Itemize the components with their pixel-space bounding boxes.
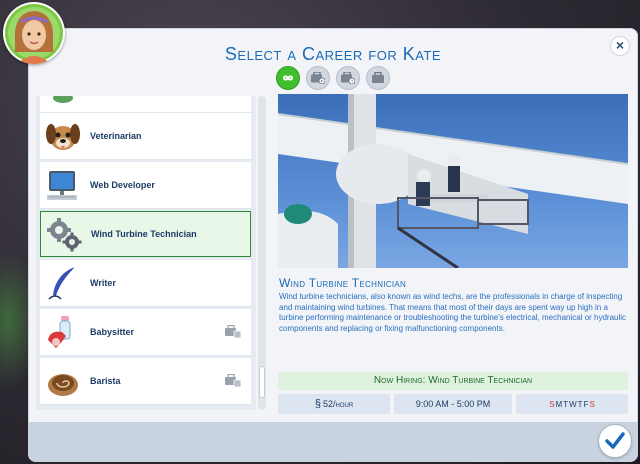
dog-icon: [40, 113, 86, 159]
career-item-web-developer[interactable]: Web Developer: [40, 162, 251, 209]
career-list[interactable]: Veterinarian Web Developer Wind Turbine …: [36, 96, 256, 410]
career-item-label: Barista: [90, 376, 121, 386]
pay-amount: 52/hour: [322, 399, 354, 409]
quill-icon: [40, 260, 86, 306]
career-description: Wind turbine technicians, also known as …: [279, 292, 627, 333]
dialog-title: Select a Career for Kate: [224, 44, 442, 64]
career-list-scrollbar[interactable]: [258, 96, 266, 410]
briefcase-clock-icon: [341, 72, 355, 84]
partial-icon: [40, 96, 86, 112]
career-item-label: Babysitter: [90, 327, 135, 337]
career-item-partial[interactable]: [40, 96, 251, 113]
sim-avatar: [3, 2, 65, 64]
career-filter-bar: [276, 66, 390, 90]
briefcase-play-icon: [311, 72, 325, 84]
infinity-icon: [282, 75, 294, 81]
day-thursday: T: [577, 399, 583, 409]
day-saturday: S: [589, 399, 595, 409]
confirm-button[interactable]: [598, 424, 632, 458]
career-select-dialog: Select a Career for Kate × Veterinarian …: [28, 28, 638, 462]
day-sunday: S: [549, 399, 555, 409]
day-wednesday: W: [569, 399, 577, 409]
day-monday: M: [555, 399, 563, 409]
work-hours: 9:00 AM - 5:00 PM: [394, 394, 512, 414]
career-item-label: Web Developer: [90, 180, 155, 190]
day-tuesday: T: [563, 399, 569, 409]
computer-icon: [40, 162, 86, 208]
gears-icon: [41, 211, 87, 257]
career-item-label: Writer: [90, 278, 116, 288]
career-info-row: § 52/hour 9:00 AM - 5:00 PM S M T W T F …: [278, 394, 628, 414]
day-friday: F: [583, 399, 589, 409]
simoleon-icon: §: [314, 398, 321, 410]
work-days: S M T W T F S: [516, 394, 628, 414]
briefcase-icon: [372, 72, 384, 83]
locked-briefcase-icon: [225, 374, 241, 388]
pay-rate: § 52/hour: [278, 394, 390, 414]
all-careers-filter[interactable]: [276, 66, 300, 90]
career-item-label: Wind Turbine Technician: [91, 229, 197, 239]
now-hiring-banner: Now Hiring: Wind Turbine Technician: [278, 372, 628, 390]
career-item-writer[interactable]: Writer: [40, 260, 251, 307]
checkmark-icon: [605, 432, 625, 449]
scroll-thumb[interactable]: [259, 366, 265, 398]
locked-briefcase-icon: [225, 325, 241, 339]
career-item-veterinarian[interactable]: Veterinarian: [40, 113, 251, 160]
career-item-babysitter[interactable]: Babysitter: [40, 309, 251, 356]
dialog-footer: [28, 422, 638, 462]
career-item-wind-turbine-technician[interactable]: Wind Turbine Technician: [40, 211, 251, 257]
briefcase-filter[interactable]: [366, 66, 390, 90]
close-button[interactable]: ×: [610, 36, 630, 56]
career-detail-title: Wind Turbine Technician: [279, 276, 407, 290]
briefcase-clock-filter[interactable]: [336, 66, 360, 90]
briefcase-play-filter[interactable]: [306, 66, 330, 90]
career-item-label: Veterinarian: [90, 131, 142, 141]
career-photo: [278, 94, 628, 268]
coffee-icon: [40, 358, 86, 404]
phone-bottle-icon: [40, 309, 86, 355]
career-item-barista[interactable]: Barista: [40, 358, 251, 405]
